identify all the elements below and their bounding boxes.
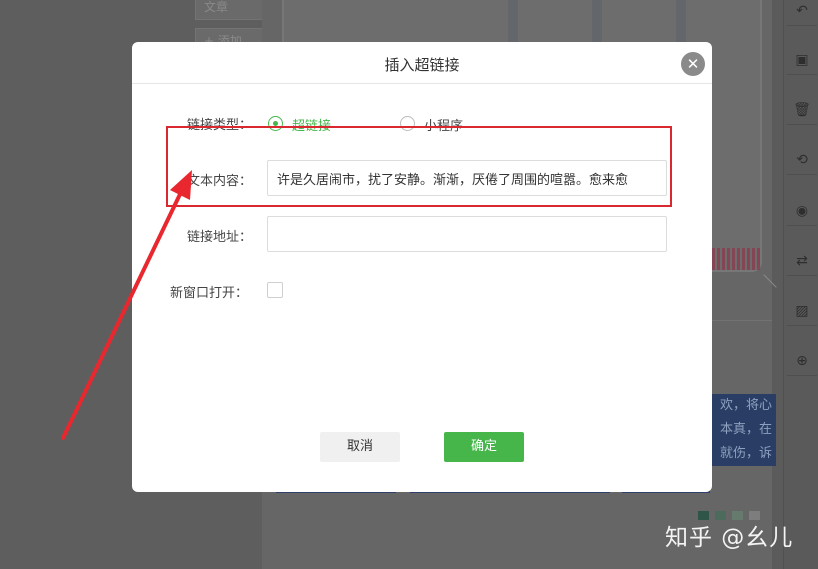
image-icon[interactable]: ▨ <box>787 296 817 326</box>
new-window-label: 新窗口打开： <box>169 286 248 301</box>
right-toolbar: ↶ ▣ 🗑 ⟲ ◉ ⇄ ▨ ⊕ <box>783 0 818 569</box>
dialog-title: 插入超链接 <box>384 56 460 74</box>
close-icon[interactable]: ✕ <box>681 52 705 76</box>
article-button[interactable]: 文章 <box>195 0 263 20</box>
equalizer-graphic <box>712 248 760 270</box>
watermark: 知乎 @幺儿 <box>665 525 794 551</box>
save-icon[interactable]: ▣ <box>787 45 817 75</box>
confirm-button[interactable]: 确定 <box>444 432 524 462</box>
history-icon[interactable]: ⟲ <box>787 145 817 175</box>
preview-icon[interactable]: ◉ <box>787 196 817 226</box>
link-url-input[interactable] <box>267 216 667 252</box>
undo-icon[interactable]: ↶ <box>787 0 817 26</box>
insert-link-dialog: 插入超链接 ✕ 链接类型： 超链接 小程序 文本内容： 链接地址： 新窗口打开：… <box>132 42 712 492</box>
dialog-header: 插入超链接 ✕ <box>132 42 712 84</box>
delete-icon[interactable]: 🗑 <box>787 95 817 125</box>
cancel-button[interactable]: 取消 <box>320 432 400 462</box>
zoom-icon[interactable]: ⊕ <box>787 346 817 376</box>
link-url-label: 链接地址： <box>186 230 252 245</box>
new-window-checkbox[interactable] <box>267 282 283 298</box>
swap-icon[interactable]: ⇄ <box>787 246 817 276</box>
annotation-highlight-box <box>166 126 672 207</box>
